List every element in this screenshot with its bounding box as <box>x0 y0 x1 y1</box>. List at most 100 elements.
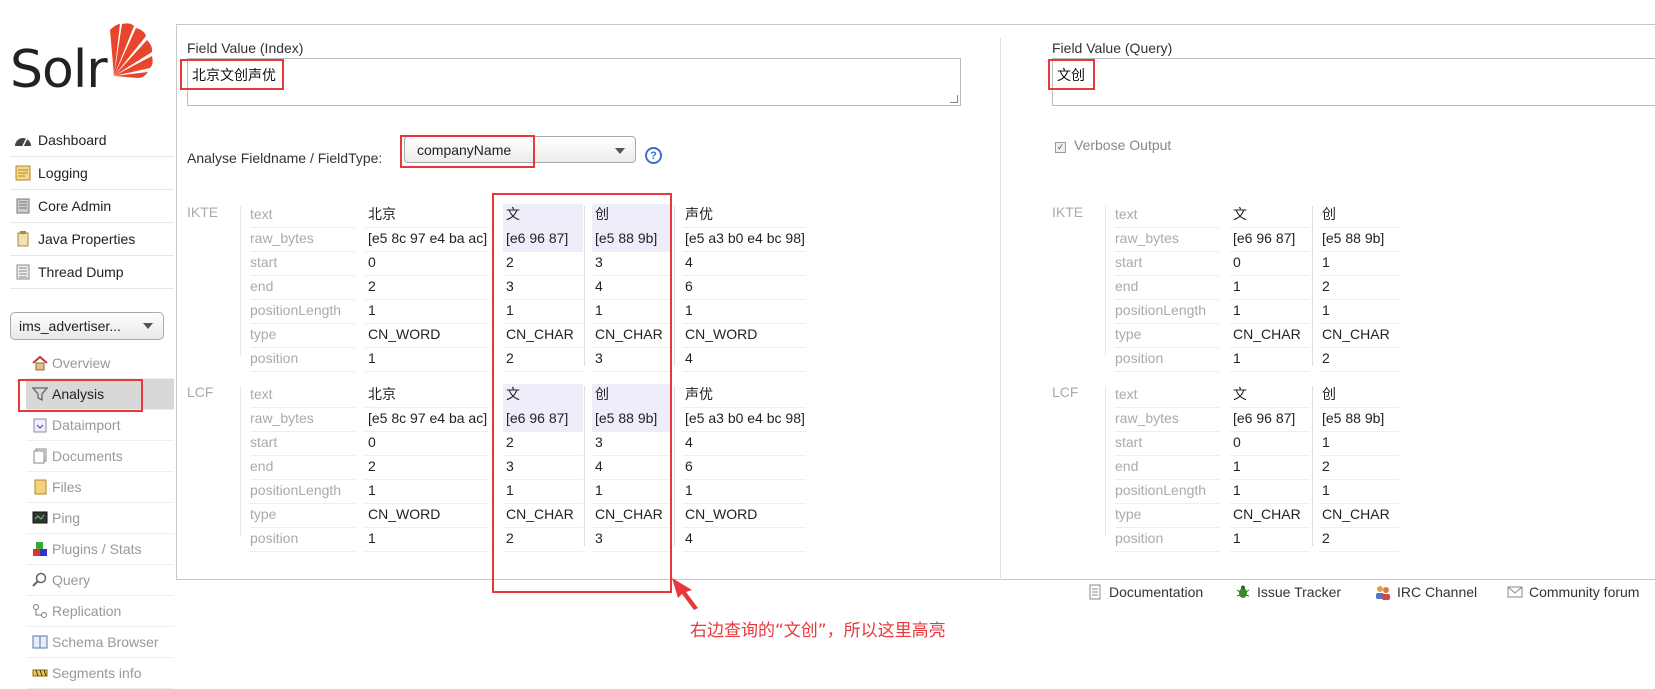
token-type: CN_CHAR <box>1230 324 1310 348</box>
token-end: 6 <box>682 276 806 300</box>
annotation-box-analysis-menu <box>18 379 143 412</box>
token-position: 2 <box>1319 348 1399 372</box>
index-field-input[interactable]: 北京文创声优 <box>187 58 961 106</box>
core-menu-label: Overview <box>52 355 111 371</box>
core-selector[interactable]: ims_advertiser... <box>10 312 164 340</box>
token-column: 声优 [e5 a3 b0 e4 bc 98] 4 6 1 CN_WORD 4 <box>682 204 806 372</box>
attr-raw-bytes: raw_bytes <box>1115 228 1220 252</box>
java-properties-icon <box>17 231 29 247</box>
attr-position-length: positionLength <box>250 480 355 504</box>
token-text: 文 <box>1230 204 1310 228</box>
dashboard-icon <box>15 137 31 147</box>
footer-label: Community forum <box>1529 584 1640 600</box>
core-admin-icon <box>16 198 30 214</box>
verbose-output-label: Verbose Output <box>1074 137 1172 153</box>
footer-documentation[interactable]: Documentation <box>1087 584 1203 600</box>
nav-dashboard[interactable]: Dashboard <box>10 124 174 157</box>
token-type: CN_CHAR <box>1230 504 1310 528</box>
nav-label: Java Properties <box>38 231 136 247</box>
annotation-box-query-value <box>1048 59 1095 90</box>
token-end: 2 <box>365 456 489 480</box>
group-name: IKTE <box>187 204 219 220</box>
token-text: 北京 <box>365 384 489 408</box>
group-separator <box>240 206 241 356</box>
verbose-checkbox[interactable]: ✓ <box>1055 142 1066 153</box>
core-menu-dataimport[interactable]: Dataimport <box>26 410 174 441</box>
logging-icon <box>15 165 31 181</box>
attr-position: position <box>250 528 355 552</box>
core-menu-label: Files <box>52 479 82 495</box>
token-start: 0 <box>365 432 489 456</box>
core-menu-files[interactable]: Files <box>26 472 174 503</box>
fieldtype-label: Analyse Fieldname / FieldType: <box>187 150 383 166</box>
token-text: 文 <box>1230 384 1310 408</box>
core-menu-overview[interactable]: Overview <box>26 348 174 379</box>
users-icon <box>1376 586 1390 600</box>
attr-text: text <box>250 384 355 408</box>
attr-start: start <box>250 252 355 276</box>
core-menu-ping[interactable]: Ping <box>26 503 174 534</box>
nav-thread-dump[interactable]: Thread Dump <box>10 256 174 289</box>
attr-type: type <box>1115 504 1220 528</box>
token-text: 声优 <box>682 204 806 228</box>
core-menu-segments-info[interactable]: Segments info <box>26 658 174 689</box>
attr-raw-bytes: raw_bytes <box>250 228 355 252</box>
core-selector-value: ims_advertiser... <box>19 318 121 334</box>
group-separator <box>1105 386 1106 536</box>
attr-text: text <box>1115 384 1220 408</box>
attr-type: type <box>1115 324 1220 348</box>
attr-raw-bytes: raw_bytes <box>250 408 355 432</box>
core-menu-documents[interactable]: Documents <box>26 441 174 472</box>
nav-core-admin[interactable]: Core Admin <box>10 190 174 223</box>
token-position-length: 1 <box>682 300 806 324</box>
replication-icon <box>33 604 47 618</box>
main-nav: Dashboard Logging Core Admin Java Proper… <box>10 124 174 289</box>
core-menu-plugins-stats[interactable]: Plugins / Stats <box>26 534 174 565</box>
token-type: CN_WORD <box>682 504 806 528</box>
dataimport-icon <box>33 418 47 433</box>
core-menu-label: Ping <box>52 510 81 526</box>
nav-logging[interactable]: Logging <box>10 157 174 190</box>
token-raw-bytes: [e5 a3 b0 e4 bc 98] <box>682 228 806 252</box>
footer-issue-tracker[interactable]: Issue Tracker <box>1235 584 1341 600</box>
footer-community-forum[interactable]: Community forum <box>1507 584 1639 600</box>
token-text: 北京 <box>365 204 489 228</box>
bug-icon <box>1236 585 1250 598</box>
token-type: CN_WORD <box>682 324 806 348</box>
attribute-names: text raw_bytes start end positionLength … <box>250 384 355 552</box>
help-icon[interactable]: ? <box>645 147 662 164</box>
token-separator <box>674 386 675 546</box>
token-raw-bytes: [e5 8c 97 e4 ba ac] <box>365 228 489 252</box>
core-menu-schema-browser[interactable]: Schema Browser <box>26 627 174 658</box>
core-menu-label: Schema Browser <box>52 634 159 650</box>
core-menu-replication[interactable]: Replication <box>26 596 174 627</box>
attr-position: position <box>1115 528 1220 552</box>
token-type: CN_CHAR <box>1319 504 1399 528</box>
attr-position-length: positionLength <box>1115 480 1220 504</box>
nav-java-properties[interactable]: Java Properties <box>10 223 174 256</box>
core-menu-label: Replication <box>52 603 122 619</box>
annotation-box-index-value <box>180 59 284 90</box>
token-start: 1 <box>1319 252 1399 276</box>
nav-label: Dashboard <box>38 132 107 148</box>
query-field-input[interactable]: 文创 <box>1052 58 1655 106</box>
nav-label: Core Admin <box>38 198 112 214</box>
core-menu-label: Segments info <box>52 665 142 681</box>
token-separator <box>1312 206 1313 366</box>
token-raw-bytes: [e5 88 9b] <box>1319 228 1399 252</box>
resize-handle-icon[interactable] <box>950 95 958 103</box>
token-position-length: 1 <box>365 480 489 504</box>
schema-browser-icon <box>32 635 48 649</box>
token-position-length: 1 <box>1230 480 1310 504</box>
group-separator <box>240 386 241 536</box>
attr-start: start <box>1115 432 1220 456</box>
solr-logo[interactable]: Solr <box>8 20 158 100</box>
files-icon <box>34 479 47 495</box>
footer-irc-channel[interactable]: IRC Channel <box>1375 584 1477 600</box>
token-raw-bytes: [e5 88 9b] <box>1319 408 1399 432</box>
token-end: 6 <box>682 456 806 480</box>
search-icon <box>32 572 47 587</box>
attr-position: position <box>250 348 355 372</box>
attr-start: start <box>1115 252 1220 276</box>
core-menu-query[interactable]: Query <box>26 565 174 596</box>
